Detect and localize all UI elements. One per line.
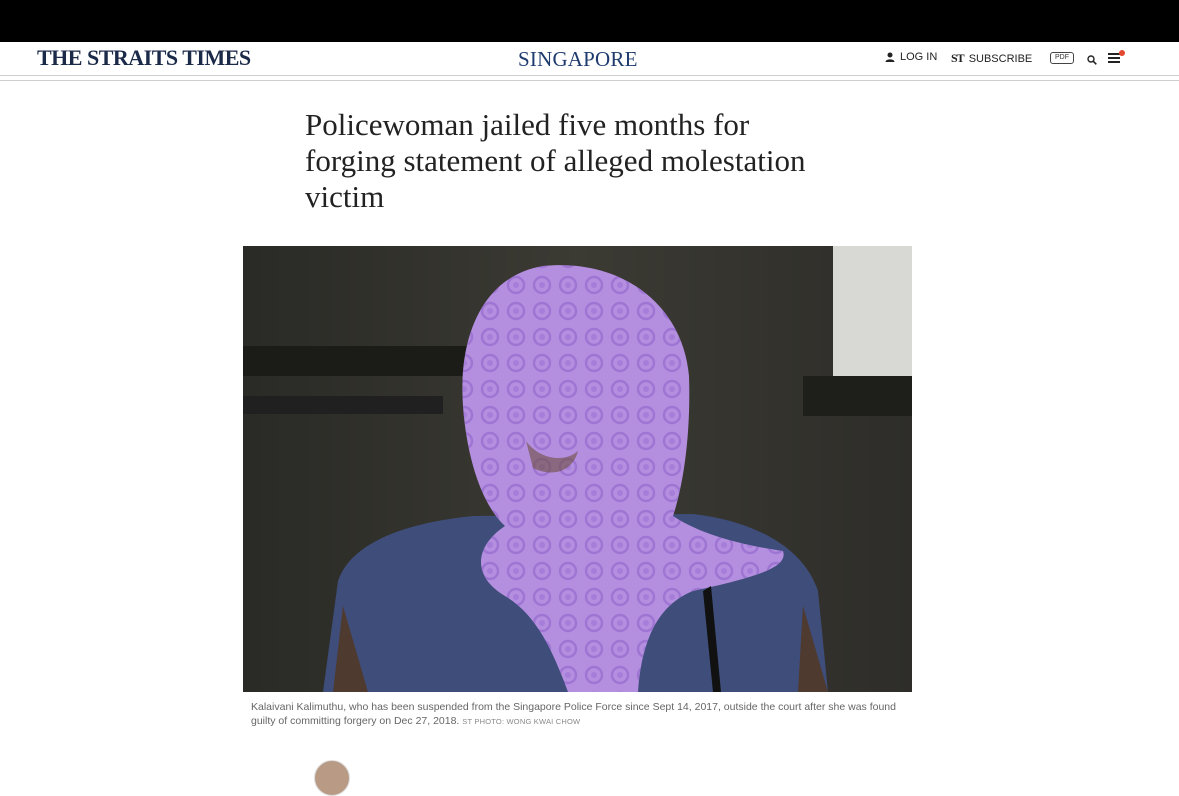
st-logo-mark: ST [951, 51, 965, 65]
photo-credit: ST PHOTO: WONG KWAI CHOW [462, 717, 581, 726]
notification-dot [1119, 50, 1125, 56]
user-icon [885, 52, 895, 62]
article-photo [243, 246, 912, 692]
photo-caption: Kalaivani Kalimuthu, who has been suspen… [251, 700, 911, 729]
section-title[interactable]: SINGAPORE [518, 47, 638, 72]
author-avatar[interactable] [314, 760, 350, 796]
pdf-button[interactable]: PDF [1050, 52, 1074, 64]
search-icon[interactable] [1087, 52, 1097, 70]
subscribe-link[interactable]: ST SUBSCRIBE [951, 51, 1032, 66]
subscribe-label: SUBSCRIBE [968, 52, 1033, 65]
header-divider-secondary [0, 80, 1179, 81]
article-headline: Policewoman jailed five months for forgi… [305, 107, 806, 214]
photo-illustration [243, 246, 912, 692]
browser-top-bar [0, 0, 1179, 42]
menu-icon[interactable] [1108, 50, 1126, 63]
login-link[interactable]: LOG IN [885, 51, 937, 63]
site-logo[interactable]: THE STRAITS TIMES [37, 45, 251, 71]
header-divider [0, 75, 1179, 76]
login-label: LOG IN [900, 51, 938, 63]
